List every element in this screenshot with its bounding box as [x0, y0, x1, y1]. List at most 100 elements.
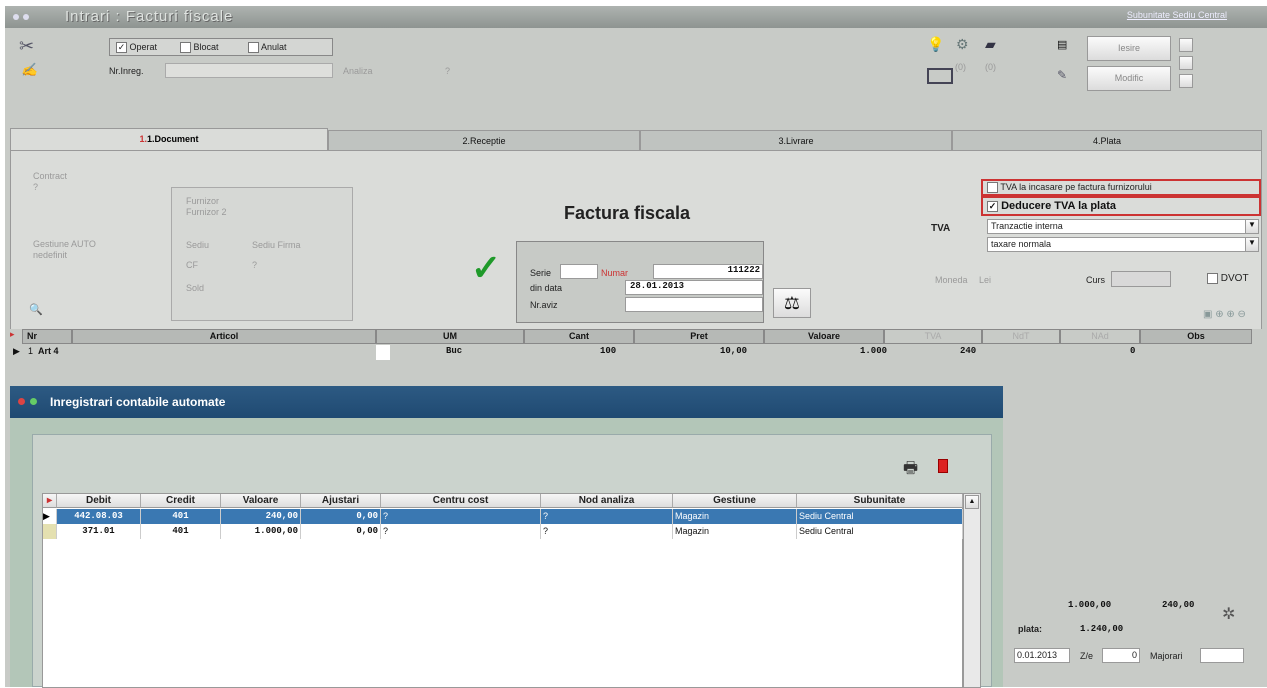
lightbulb-icon[interactable]: 💡: [927, 36, 944, 53]
col-nad[interactable]: NAd: [1060, 329, 1140, 344]
toolbar-mid-button[interactable]: [1179, 56, 1193, 70]
vertical-scrollbar[interactable]: ▲: [963, 493, 981, 688]
anulat-checkbox[interactable]: Anulat: [248, 42, 287, 54]
numar-input[interactable]: 111222: [653, 264, 763, 279]
article-name: Art 4: [38, 346, 59, 356]
subunit-link[interactable]: Subunitate Sediu Central: [1127, 10, 1227, 20]
blocat-checkbox[interactable]: Blocat: [180, 42, 219, 54]
dialog-close-icon[interactable]: [18, 398, 25, 405]
col-tva[interactable]: TVA: [884, 329, 982, 344]
deducere-checkbox[interactable]: ✓ Deducere TVA la plata: [987, 200, 1116, 212]
tab-receptie[interactable]: 2.Receptie: [328, 130, 640, 150]
entries-table: ▸ Debit Credit Valoare Ajustari Centru c…: [42, 493, 963, 688]
serie-input[interactable]: [560, 264, 598, 279]
printer-icon[interactable]: 🖶: [903, 457, 918, 484]
dialog-min-icon[interactable]: [30, 398, 37, 405]
col-um[interactable]: UM: [376, 329, 524, 344]
dvot-checkbox[interactable]: DVOT: [1207, 273, 1249, 284]
window-title: Intrari : Facturi fiscale: [65, 8, 234, 25]
cell-credit: 401: [141, 509, 221, 524]
zile-input[interactable]: 0: [1102, 648, 1140, 663]
tranzactie-select[interactable]: Tranzactie interna: [987, 219, 1257, 234]
tva-label: TVA: [931, 223, 951, 234]
col-debit[interactable]: Debit: [57, 494, 141, 508]
din-data-input[interactable]: 28.01.2013: [625, 280, 763, 295]
due-date-field[interactable]: 0.01.2013: [1014, 648, 1070, 663]
cf-label: CF: [186, 260, 198, 270]
col-valoare[interactable]: Valoare: [764, 329, 884, 344]
majorari-input[interactable]: [1200, 648, 1244, 663]
tab-plata[interactable]: 4.Plata: [952, 130, 1262, 150]
col-nod-analiza[interactable]: Nod analiza: [541, 494, 673, 508]
article-tva: 240: [960, 346, 977, 356]
toolbar-down-button[interactable]: [1179, 74, 1193, 88]
gestiune-value: nedefinit: [33, 250, 68, 260]
cell-debit: 442.08.03: [57, 509, 141, 524]
cell-gestiune: Magazin: [673, 524, 797, 539]
col-obs[interactable]: Obs: [1140, 329, 1252, 344]
tranzactie-dropdown-icon[interactable]: ▼: [1245, 219, 1259, 234]
cell-subunitate: Sediu Central: [797, 524, 963, 539]
dialog-title-bar: Inregistrari contabile automate: [10, 386, 1003, 418]
exit-icon[interactable]: [938, 459, 948, 473]
edit-note-icon[interactable]: [927, 68, 953, 84]
col-articol[interactable]: Articol: [72, 329, 376, 344]
table-row[interactable]: 371.01 401 1.000,00 0,00 ? ? Magazin Sed…: [43, 524, 963, 539]
col-valoare[interactable]: Valoare: [221, 494, 301, 508]
signature-icon[interactable]: ✍: [21, 62, 37, 78]
tab-livrare[interactable]: 3.Livrare: [640, 130, 952, 150]
doc-icon[interactable]: ▤: [1057, 38, 1067, 51]
cell-credit: 401: [141, 524, 221, 539]
col-credit[interactable]: Credit: [141, 494, 221, 508]
network-icon[interactable]: ⚙: [956, 36, 969, 53]
taxare-select[interactable]: taxare normala: [987, 237, 1257, 252]
col-ajustari[interactable]: Ajustari: [301, 494, 381, 508]
row-tools-icons[interactable]: ▣ ⊕ ⊕ ⊖: [1203, 309, 1246, 320]
col-subunitate[interactable]: Subunitate: [797, 494, 963, 508]
col-ndt[interactable]: NdT: [982, 329, 1060, 344]
furnizor-name[interactable]: Furnizor 2: [186, 207, 227, 217]
contract-label: Contract: [33, 171, 68, 181]
zoom-icons[interactable]: 🔍: [29, 303, 43, 316]
count-1: (0): [955, 62, 966, 72]
furnizor-box: Furnizor Furnizor 2 Sediu Sediu Firma CF…: [171, 187, 353, 321]
folder-icon[interactable]: ▰: [985, 36, 996, 53]
moneda-value: Lei: [979, 275, 992, 285]
pencil-icon[interactable]: ✎: [1057, 68, 1067, 82]
row-selector[interactable]: [43, 524, 57, 539]
invoice-box: Serie Numar 111222 din data 28.01.2013 N…: [516, 241, 764, 323]
operat-checkbox[interactable]: ✓ Operat: [116, 42, 157, 54]
article-nr: 1: [28, 346, 34, 356]
article-obs: 0: [1130, 346, 1136, 356]
taxare-dropdown-icon[interactable]: ▼: [1245, 237, 1259, 252]
deducere-highlight: ✓ Deducere TVA la plata: [981, 196, 1261, 216]
article-pick[interactable]: [376, 345, 390, 360]
col-gestiune[interactable]: Gestiune: [673, 494, 797, 508]
sold-label: Sold: [186, 283, 205, 293]
iesire-button[interactable]: Iesire: [1087, 36, 1171, 61]
tab-document[interactable]: 1.1.Document: [10, 128, 328, 150]
cell-centru-cost: ?: [381, 509, 541, 524]
scroll-up-icon[interactable]: ▲: [965, 495, 979, 509]
tva-incasare-checkbox[interactable]: TVA la incasare pe factura furnizorului: [987, 182, 1152, 194]
auto-entries-dialog: Inregistrari contabile automate 🖶 ▸ Debi…: [10, 386, 1003, 688]
table-row[interactable]: ▶ 442.08.03 401 240,00 0,00 ? ? Magazin …: [43, 509, 963, 524]
toolbar-up-button[interactable]: [1179, 38, 1193, 52]
calc-icon[interactable]: ✲: [1222, 604, 1235, 624]
article-row[interactable]: ▶ 1 Art 4 Buc 100 10,00 1.000 240 0: [10, 345, 1252, 360]
scale-button[interactable]: ⚖: [773, 288, 811, 318]
col-cant[interactable]: Cant: [524, 329, 634, 344]
col-centru-cost[interactable]: Centru cost: [381, 494, 541, 508]
window-menu-icon[interactable]: [13, 14, 19, 20]
col-pret[interactable]: Pret: [634, 329, 764, 344]
nr-aviz-input[interactable]: [625, 297, 763, 312]
curs-input[interactable]: [1111, 271, 1171, 287]
col-nr[interactable]: Nr: [22, 329, 72, 344]
tools-icon[interactable]: ✂: [19, 36, 34, 57]
modific-button[interactable]: Modific: [1087, 66, 1171, 91]
window-min-icon[interactable]: [23, 14, 29, 20]
totals-panel: 1.000,00 240,00 ✲ plata: 1.240,00 0.01.2…: [1010, 586, 1260, 687]
status-group: ✓ Operat Blocat Anulat: [109, 38, 333, 56]
nr-inreg-field[interactable]: [165, 63, 333, 78]
nr-aviz-label: Nr.aviz: [530, 300, 558, 310]
